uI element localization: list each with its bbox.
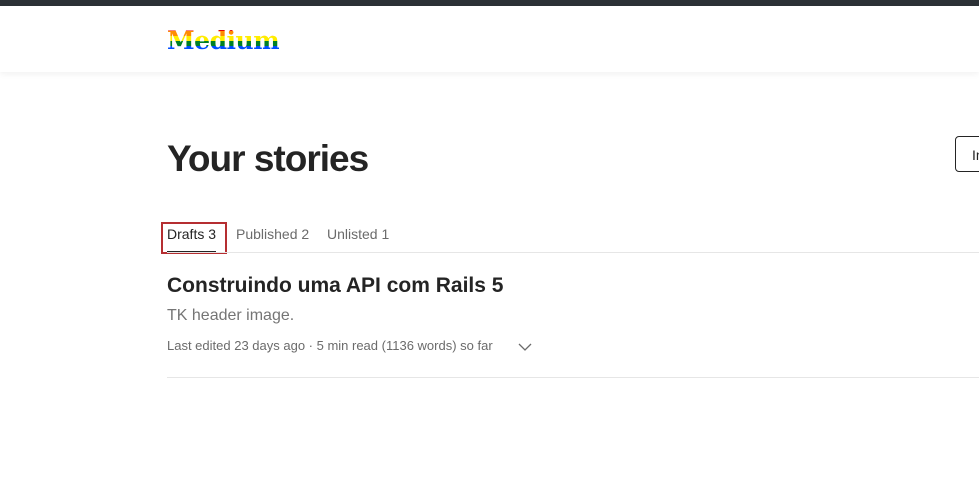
tab-unlisted[interactable]: Unlisted 1 <box>327 226 389 242</box>
story-title[interactable]: Construindo uma API com Rails 5 <box>167 273 503 299</box>
tabs-divider <box>167 252 979 253</box>
site-header: Medium <box>0 6 979 72</box>
tab-published[interactable]: Published 2 <box>236 226 309 242</box>
medium-logo[interactable]: Medium <box>167 26 280 56</box>
page-title: Your stories <box>167 138 369 179</box>
import-story-button[interactable]: Import a story <box>955 136 979 172</box>
story-subtitle: TK header image. <box>167 307 295 324</box>
chevron-down-icon[interactable] <box>517 340 533 352</box>
story-divider <box>167 377 979 378</box>
highlight-annotation-box <box>161 222 227 254</box>
story-meta: Last edited 23 days ago · 5 min read (11… <box>167 338 493 353</box>
stories-tabs: Drafts 3 Published 2 Unlisted 1 <box>167 222 979 252</box>
